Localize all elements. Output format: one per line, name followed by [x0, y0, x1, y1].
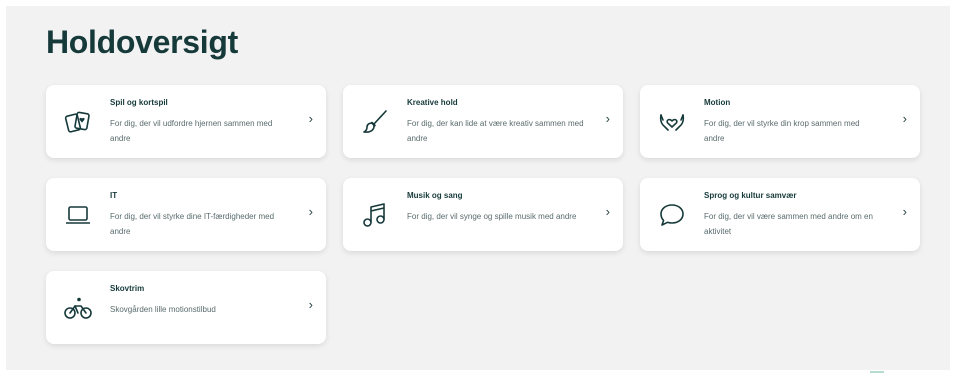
card-motion[interactable]: Motion For dig, der vil styrke din krop …: [640, 85, 920, 158]
card-description: For dig, der vil udfordre hjernen sammen…: [110, 119, 273, 143]
chevron-right-icon: ›: [605, 204, 610, 219]
card-spil-og-kortspil[interactable]: Spil og kortspil For dig, der vil udford…: [46, 85, 326, 158]
card-title: Sprog og kultur samvær: [704, 191, 797, 200]
card-skovtrim[interactable]: Skovtrim Skovgården lille motionstilbud …: [46, 271, 326, 344]
chevron-right-icon: ›: [308, 204, 313, 219]
card-sprog-og-kultur-samvaer[interactable]: Sprog og kultur samvær For dig, der vil …: [640, 178, 920, 251]
playing-cards-icon: [63, 107, 93, 137]
speech-bubble-icon: [657, 200, 687, 230]
card-musik-og-sang[interactable]: Musik og sang For dig, der vil synge og …: [343, 178, 623, 251]
card-title: Kreative hold: [407, 98, 458, 107]
card-title: Motion: [704, 98, 731, 107]
card-description: For dig, der vil styrke din krop sammen …: [704, 119, 860, 143]
card-kreative-hold[interactable]: Kreative hold For dig, der kan lide at v…: [343, 85, 623, 158]
chevron-right-icon: ›: [605, 111, 610, 126]
card-description: For dig, der vil styrke dine IT-færdighe…: [110, 212, 275, 236]
card-title: IT: [110, 191, 118, 200]
card-it[interactable]: IT For dig, der vil styrke dine IT-færdi…: [46, 178, 326, 251]
card-description: For dig, der kan lide at være kreativ sa…: [407, 119, 584, 143]
hands-heart-icon: [657, 107, 687, 137]
chevron-right-icon: ›: [902, 204, 907, 219]
paintbrush-icon: [360, 107, 390, 137]
card-description: For dig, der vil synge og spille musik m…: [407, 212, 577, 221]
card-description: Skovgården lille motionstilbud: [110, 305, 216, 314]
chevron-right-icon: ›: [902, 111, 907, 126]
page-panel: Holdoversigt Spil og kortspil For dig, d…: [6, 6, 950, 370]
chevron-right-icon: ›: [308, 297, 313, 312]
card-title: Spil og kortspil: [110, 98, 168, 107]
card-grid: Spil og kortspil For dig, der vil udford…: [46, 85, 920, 344]
music-note-icon: [360, 200, 390, 230]
card-title: Musik og sang: [407, 191, 463, 200]
page-title: Holdoversigt: [46, 24, 238, 60]
laptop-icon: [63, 200, 93, 230]
chevron-right-icon: ›: [308, 111, 313, 126]
card-description: For dig, der vil være sammen med andre o…: [704, 212, 873, 236]
bicycle-rider-icon: [63, 293, 93, 323]
decorative-accent: [870, 371, 884, 373]
card-title: Skovtrim: [110, 284, 145, 293]
